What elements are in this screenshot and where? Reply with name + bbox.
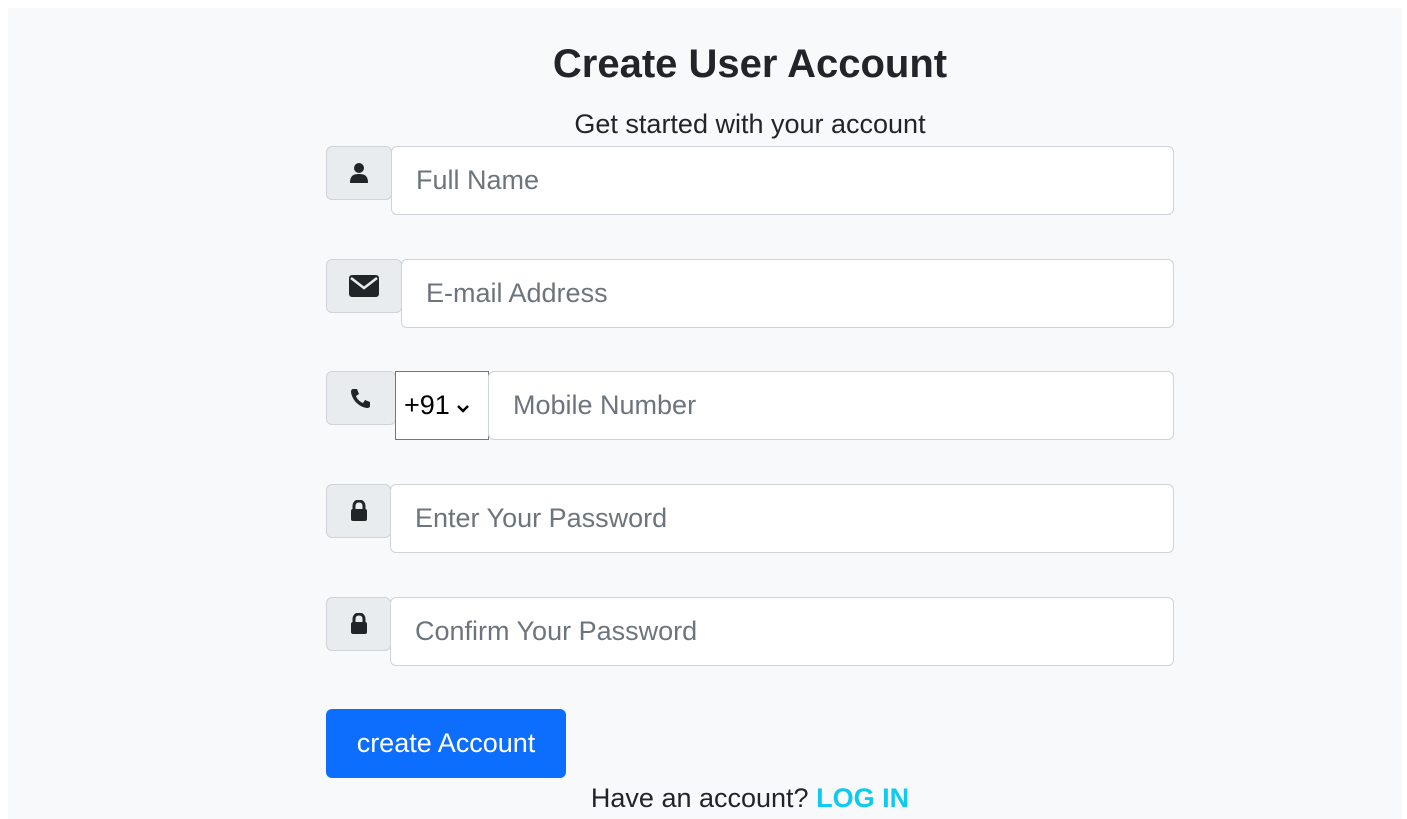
password-input[interactable]	[390, 484, 1174, 553]
login-link[interactable]: LOG IN	[816, 783, 909, 813]
mobile-input[interactable]	[488, 371, 1174, 440]
confirm-password-input[interactable]	[390, 597, 1174, 666]
lock-icon	[326, 597, 391, 651]
full-name-group	[326, 146, 1174, 215]
confirm-password-group	[326, 597, 1174, 666]
user-icon	[326, 146, 392, 200]
phone-icon	[326, 371, 396, 425]
page-subtitle: Get started with your account	[574, 109, 926, 139]
country-code-value: +91	[404, 390, 450, 420]
envelope-icon	[326, 259, 402, 313]
country-code-select[interactable]: +91	[395, 371, 489, 440]
email-input[interactable]	[401, 259, 1174, 328]
lock-icon	[326, 484, 391, 538]
email-group	[326, 259, 1174, 328]
create-account-button[interactable]: create Account	[326, 709, 566, 778]
full-name-input[interactable]	[391, 146, 1174, 215]
page-title: Create User Account	[552, 42, 948, 86]
mobile-group: +91	[326, 371, 1174, 440]
password-group	[326, 484, 1174, 553]
login-prompt-text: Have an account?	[590, 783, 809, 813]
login-prompt: Have an account? LOG IN	[0, 782, 1407, 814]
chevron-down-icon	[456, 390, 470, 421]
